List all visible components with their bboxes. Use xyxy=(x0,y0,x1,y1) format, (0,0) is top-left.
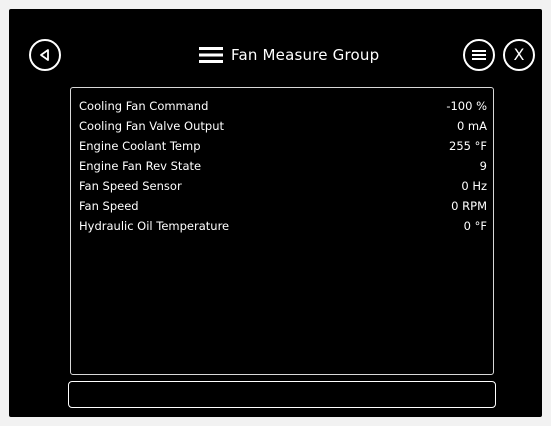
menu-list-icon xyxy=(472,50,486,60)
list-item[interactable]: Hydraulic Oil Temperature 0 °F xyxy=(79,216,487,236)
page-title: Fan Measure Group xyxy=(231,46,380,64)
measurement-label: Hydraulic Oil Temperature xyxy=(79,219,230,233)
list-item[interactable]: Engine Coolant Temp 255 °F xyxy=(79,136,487,156)
list-item[interactable]: Engine Fan Rev State 9 xyxy=(79,156,487,176)
measurement-value: 0 Hz xyxy=(461,179,487,193)
menu-button[interactable] xyxy=(463,39,495,71)
measurement-list: Cooling Fan Command -100 % Cooling Fan V… xyxy=(79,96,487,236)
close-icon: X xyxy=(513,45,525,64)
measurement-value: -100 % xyxy=(446,99,487,113)
close-button[interactable]: X xyxy=(503,39,535,71)
measurement-label: Cooling Fan Valve Output xyxy=(79,119,224,133)
measurement-label: Cooling Fan Command xyxy=(79,99,209,113)
hamburger-icon xyxy=(199,47,223,63)
measurement-label: Fan Speed Sensor xyxy=(79,179,182,193)
measurement-label: Engine Fan Rev State xyxy=(79,159,202,173)
measurement-label: Engine Coolant Temp xyxy=(79,139,201,153)
measurement-value: 255 °F xyxy=(449,139,487,153)
status-input-bar[interactable] xyxy=(68,381,496,408)
back-button[interactable] xyxy=(29,39,61,71)
measurement-value: 9 xyxy=(479,159,487,173)
measurement-value: 0 mA xyxy=(456,119,487,133)
measurement-panel: Cooling Fan Command -100 % Cooling Fan V… xyxy=(70,87,494,375)
measurement-label: Fan Speed xyxy=(79,199,139,213)
back-triangle-icon xyxy=(40,49,49,61)
list-item[interactable]: Cooling Fan Command -100 % xyxy=(79,96,487,116)
page-header: Fan Measure Group xyxy=(199,42,379,68)
screen-frame: Fan Measure Group X Cooling Fan Command … xyxy=(9,9,542,417)
list-item[interactable]: Fan Speed Sensor 0 Hz xyxy=(79,176,487,196)
list-item[interactable]: Cooling Fan Valve Output 0 mA xyxy=(79,116,487,136)
measurement-value: 0 °F xyxy=(463,219,487,233)
measurement-value: 0 RPM xyxy=(451,199,487,213)
list-item[interactable]: Fan Speed 0 RPM xyxy=(79,196,487,216)
